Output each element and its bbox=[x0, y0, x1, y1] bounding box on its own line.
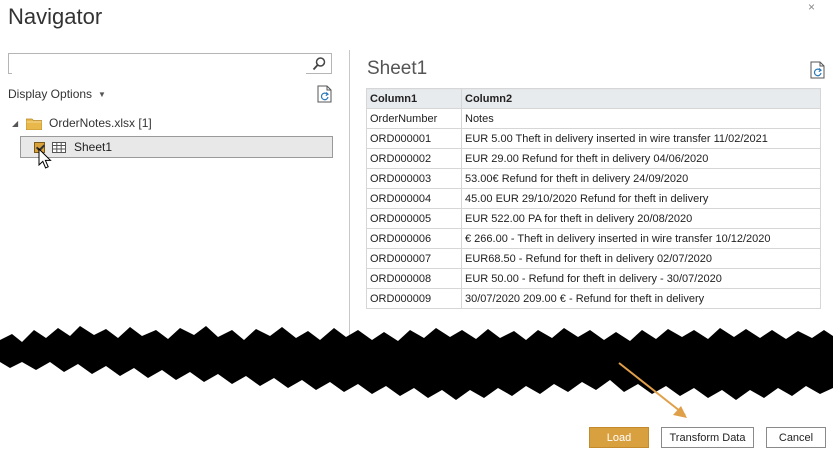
table-row: ORD000008 EUR 50.00 - Refund for theft in… bbox=[366, 268, 821, 289]
table-cell: ORD000003 bbox=[366, 168, 462, 189]
table-header-row: Column1 Column2 bbox=[366, 88, 821, 109]
preview-refresh-icon[interactable] bbox=[810, 61, 826, 79]
table-cell: EUR68.50 - Refund for theft in delivery … bbox=[461, 248, 821, 269]
expand-icon[interactable]: ◢ bbox=[12, 119, 18, 128]
display-options-button[interactable]: Display Options ▼ bbox=[8, 87, 106, 101]
tree-item-sheet1[interactable]: Sheet1 bbox=[20, 136, 333, 158]
search-box[interactable] bbox=[8, 53, 332, 74]
window-title: Navigator bbox=[8, 4, 103, 29]
mouse-cursor-icon bbox=[38, 148, 52, 169]
table-row: ORD000006 € 266.00 - Theft in delivery in… bbox=[366, 228, 821, 249]
tree-file-label: OrderNotes.xlsx [1] bbox=[49, 116, 152, 130]
search-icon[interactable] bbox=[311, 56, 327, 72]
table-cell: ORD000009 bbox=[366, 288, 462, 309]
table-cell: € 266.00 - Theft in delivery inserted in… bbox=[461, 228, 821, 249]
table-cell: ORD000005 bbox=[366, 208, 462, 229]
table-cell: EUR 5.00 Theft in delivery inserted in w… bbox=[461, 128, 821, 149]
close-icon[interactable]: × bbox=[808, 0, 815, 14]
table-row: ORD000009 30/07/2020 209.00 € - Refund fo… bbox=[366, 288, 821, 309]
table-cell: OrderNumber bbox=[366, 108, 462, 129]
preview-title: Sheet1 bbox=[367, 58, 428, 79]
table-cell: ORD000002 bbox=[366, 148, 462, 169]
transform-data-button[interactable]: Transform Data bbox=[661, 427, 754, 448]
table-cell: EUR 29.00 Refund for theft in delivery 0… bbox=[461, 148, 821, 169]
table-row: ORD000003 53.00€ Refund for theft in deli… bbox=[366, 168, 821, 189]
table-cell: Notes bbox=[461, 108, 821, 129]
table-row: ORD000005 EUR 522.00 PA for theft in deli… bbox=[366, 208, 821, 229]
table-cell: ORD000001 bbox=[366, 128, 462, 149]
table-cell: 45.00 EUR 29/10/2020 Refund for theft in… bbox=[461, 188, 821, 209]
table-row: ORD000004 45.00 EUR 29/10/2020 Refund for… bbox=[366, 188, 821, 209]
folder-icon bbox=[26, 118, 42, 130]
sheet1-label: Sheet1 bbox=[74, 140, 113, 154]
table-row: ORD000001 EUR 5.00 Theft in delivery inse… bbox=[366, 128, 821, 149]
display-options-label: Display Options bbox=[8, 87, 93, 101]
preview-table: Column1 Column2 OrderNumber Notes ORD0000… bbox=[366, 88, 821, 309]
torn-edge-divider bbox=[0, 326, 833, 400]
annotation-arrow bbox=[618, 362, 687, 418]
load-button[interactable]: Load bbox=[589, 427, 649, 448]
table-row: ORD000002 EUR 29.00 Refund for theft in d… bbox=[366, 148, 821, 169]
table-icon bbox=[52, 142, 66, 153]
table-cell: EUR 50.00 - Refund for theft in delivery… bbox=[461, 268, 821, 289]
search-input[interactable] bbox=[12, 54, 306, 74]
table-cell: ORD000007 bbox=[366, 248, 462, 269]
column-header: Column1 bbox=[366, 88, 462, 109]
table-row: ORD000007 EUR68.50 - Refund for theft in … bbox=[366, 248, 821, 269]
table-cell: ORD000008 bbox=[366, 268, 462, 289]
table-cell: ORD000004 bbox=[366, 188, 462, 209]
column-header: Column2 bbox=[461, 88, 821, 109]
cancel-button[interactable]: Cancel bbox=[766, 427, 826, 448]
table-row: OrderNumber Notes bbox=[366, 108, 821, 129]
table-cell: ORD000006 bbox=[366, 228, 462, 249]
pane-divider[interactable] bbox=[349, 50, 350, 340]
tree-node-file[interactable]: ◢ OrderNotes.xlsx [1] bbox=[12, 116, 212, 132]
table-cell: EUR 522.00 PA for theft in delivery 20/0… bbox=[461, 208, 821, 229]
chevron-down-icon: ▼ bbox=[98, 90, 106, 99]
table-cell: 53.00€ Refund for theft in delivery 24/0… bbox=[461, 168, 821, 189]
refresh-icon[interactable] bbox=[317, 85, 333, 103]
table-cell: 30/07/2020 209.00 € - Refund for theft i… bbox=[461, 288, 821, 309]
